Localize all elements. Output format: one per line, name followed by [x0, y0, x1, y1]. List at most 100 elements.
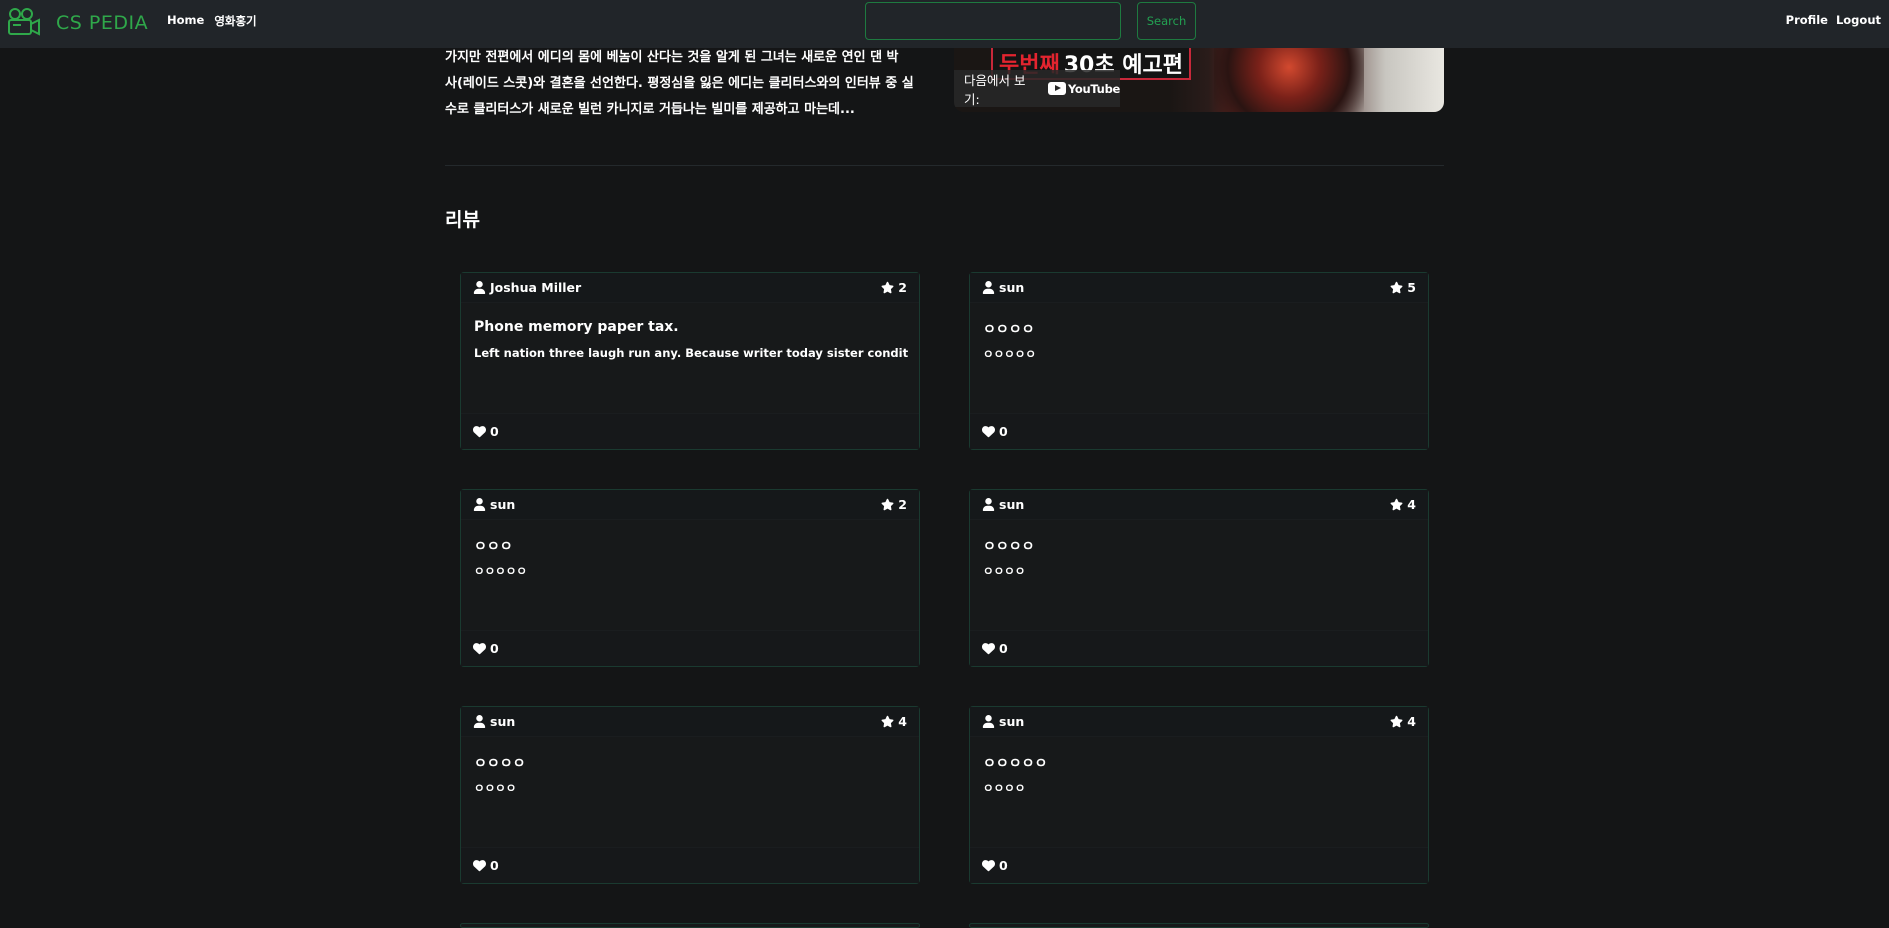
- review-rating-value: 5: [1407, 280, 1416, 295]
- watch-on-youtube-button[interactable]: 다음에서 보기: YouTube: [954, 70, 1120, 107]
- review-author[interactable]: sun: [982, 280, 1024, 295]
- nav-link-movie-recommend[interactable]: 영화홍기: [214, 13, 256, 29]
- reviews-title: 리뷰: [445, 209, 480, 231]
- review-title[interactable]: Phone memory paper tax.: [474, 319, 679, 335]
- nav-link-home[interactable]: Home: [167, 13, 204, 29]
- review-card-header: Joshua Miller 2: [461, 273, 919, 303]
- review-card[interactable]: sun 5 ㅇㅇㅇㅇ ㅇㅇㅇㅇㅇ 0: [969, 272, 1429, 450]
- review-card-footer: 0: [970, 847, 1428, 883]
- heart-icon: [982, 859, 995, 872]
- like-count: 0: [999, 424, 1008, 439]
- user-icon: [982, 498, 995, 511]
- star-icon: [881, 715, 894, 728]
- user-icon: [473, 715, 486, 728]
- review-rating-value: 2: [898, 497, 907, 512]
- review-card-footer: 0: [970, 630, 1428, 666]
- user-icon: [982, 715, 995, 728]
- like-button[interactable]: 0: [982, 641, 1008, 656]
- review-card-header: sun 4: [970, 707, 1428, 737]
- like-button[interactable]: 0: [473, 641, 499, 656]
- heart-icon: [473, 642, 486, 655]
- navbar: CS PEDIA Home 영화홍기 Search Profile Logout: [0, 0, 1889, 48]
- review-rating-value: 4: [1407, 714, 1416, 729]
- review-rating-value: 4: [1407, 497, 1416, 512]
- trailer-video[interactable]: 두번째 30초 예고편 다음에서 보기: YouTube: [954, 48, 1444, 112]
- review-card-header: sun 4: [461, 707, 919, 737]
- review-title[interactable]: ㅇㅇㅇㅇㅇ: [983, 753, 1047, 773]
- review-card[interactable]: sun 4 ㅇㅇㅇㅇ ㅇㅇㅇㅇ 0: [969, 489, 1429, 667]
- review-body: ㅇㅇㅇㅇㅇ: [474, 564, 527, 578]
- review-card-partial[interactable]: [969, 923, 1429, 928]
- review-author-name: sun: [999, 497, 1025, 512]
- review-rating-value: 2: [898, 280, 907, 295]
- user-icon: [473, 281, 486, 294]
- like-button[interactable]: 0: [473, 424, 499, 439]
- search-input[interactable]: [865, 2, 1121, 40]
- review-card[interactable]: sun 4 ㅇㅇㅇㅇㅇ ㅇㅇㅇㅇ 0: [969, 706, 1429, 884]
- review-author[interactable]: sun: [982, 714, 1024, 729]
- review-author-name: sun: [490, 497, 516, 512]
- heart-icon: [473, 425, 486, 438]
- like-button[interactable]: 0: [982, 424, 1008, 439]
- review-rating: 5: [1390, 280, 1416, 295]
- review-rating: 4: [1390, 497, 1416, 512]
- review-author-name: sun: [999, 714, 1025, 729]
- review-author[interactable]: sun: [473, 714, 515, 729]
- heart-icon: [473, 859, 486, 872]
- star-icon: [1390, 498, 1403, 511]
- review-card-footer: 0: [461, 847, 919, 883]
- section-divider: [445, 165, 1444, 166]
- nav-link-logout[interactable]: Logout: [1836, 13, 1881, 27]
- film-camera-icon: [8, 8, 40, 36]
- review-card-header: sun 5: [970, 273, 1428, 303]
- like-button[interactable]: 0: [982, 858, 1008, 873]
- review-author-name: sun: [999, 280, 1025, 295]
- review-body: ㅇㅇㅇㅇ: [983, 564, 1026, 578]
- review-body: Left nation three laugh run any. Because…: [474, 346, 909, 360]
- review-card-footer: 0: [461, 413, 919, 449]
- nav-links: Home 영화홍기: [167, 13, 257, 29]
- review-body: ㅇㅇㅇㅇ: [983, 781, 1026, 795]
- review-title[interactable]: ㅇㅇㅇ: [474, 536, 513, 556]
- review-rating-value: 4: [898, 714, 907, 729]
- star-icon: [881, 281, 894, 294]
- star-icon: [881, 498, 894, 511]
- like-count: 0: [999, 858, 1008, 873]
- review-rating: 4: [1390, 714, 1416, 729]
- review-author-name: sun: [490, 714, 516, 729]
- star-icon: [1390, 281, 1403, 294]
- user-icon: [982, 281, 995, 294]
- review-rating: 2: [881, 280, 907, 295]
- review-title[interactable]: ㅇㅇㅇㅇ: [983, 319, 1035, 339]
- star-icon: [1390, 715, 1403, 728]
- brand[interactable]: CS PEDIA: [6, 7, 148, 39]
- like-count: 0: [490, 641, 499, 656]
- review-card[interactable]: sun 4 ㅇㅇㅇㅇ ㅇㅇㅇㅇ 0: [460, 706, 920, 884]
- youtube-play-icon: [1047, 82, 1066, 95]
- youtube-logo: YouTube: [1047, 81, 1120, 96]
- review-title[interactable]: ㅇㅇㅇㅇ: [474, 753, 526, 773]
- review-author[interactable]: sun: [473, 497, 515, 512]
- heart-icon: [982, 642, 995, 655]
- user-icon: [473, 498, 486, 511]
- like-count: 0: [490, 424, 499, 439]
- review-card-footer: 0: [461, 630, 919, 666]
- review-title[interactable]: ㅇㅇㅇㅇ: [983, 536, 1035, 556]
- review-author[interactable]: sun: [982, 497, 1024, 512]
- review-card-footer: 0: [970, 413, 1428, 449]
- brand-name: CS PEDIA: [56, 12, 149, 34]
- review-card[interactable]: Joshua Miller 2 Phone memory paper tax. …: [460, 272, 920, 450]
- nav-link-profile[interactable]: Profile: [1786, 13, 1828, 27]
- youtube-wordmark: YouTube: [1067, 81, 1120, 96]
- heart-icon: [982, 425, 995, 438]
- review-card-partial[interactable]: [460, 923, 920, 928]
- like-button[interactable]: 0: [473, 858, 499, 873]
- review-card[interactable]: sun 2 ㅇㅇㅇ ㅇㅇㅇㅇㅇ 0: [460, 489, 920, 667]
- review-body: ㅇㅇㅇㅇㅇ: [983, 347, 1036, 361]
- search-button[interactable]: Search: [1137, 2, 1196, 40]
- review-card-header: sun 4: [970, 490, 1428, 520]
- like-count: 0: [490, 858, 499, 873]
- review-author[interactable]: Joshua Miller: [473, 280, 581, 295]
- watch-on-label: 다음에서 보기:: [964, 72, 1026, 107]
- nav-right: Profile Logout: [1786, 13, 1881, 27]
